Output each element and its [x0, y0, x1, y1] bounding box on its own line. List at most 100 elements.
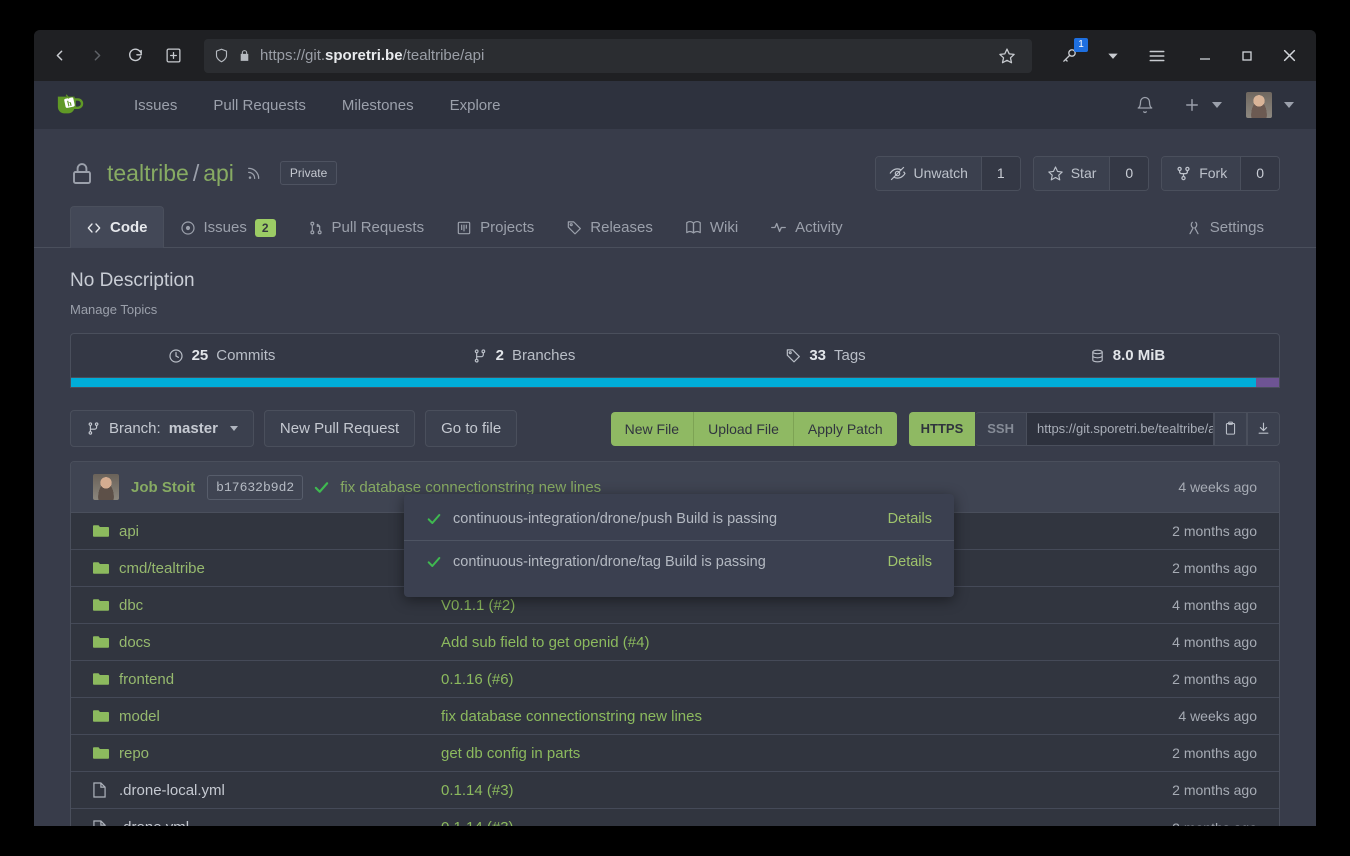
file-name[interactable]: api [119, 523, 441, 540]
extension-dropdown-button[interactable] [1096, 40, 1130, 72]
apply-patch-button[interactable]: Apply Patch [794, 412, 897, 446]
unwatch-button[interactable]: Unwatch [876, 157, 980, 190]
ci-details-link[interactable]: Details [888, 554, 932, 570]
language-segment-go[interactable] [71, 378, 1256, 387]
file-name[interactable]: model [119, 708, 441, 725]
table-row[interactable]: model fix database connectionstring new … [71, 698, 1279, 735]
table-row[interactable]: .drone.yml 0.1.14 (#3) 2 months ago [71, 809, 1279, 826]
tab-projects[interactable]: Projects [440, 206, 550, 248]
upload-file-button[interactable]: Upload File [694, 412, 794, 446]
file-icon [93, 782, 119, 798]
tab-wiki[interactable]: Wiki [669, 206, 754, 248]
commit-author-avatar[interactable] [93, 474, 119, 500]
file-commit-message[interactable]: 0.1.14 (#3) [441, 819, 1172, 826]
bookmark-star-icon[interactable] [992, 41, 1022, 71]
nav-link-milestones[interactable]: Milestones [324, 97, 432, 114]
star-count[interactable]: 0 [1109, 157, 1148, 190]
stat-size[interactable]: 8.0 MiB [977, 334, 1279, 377]
user-avatar[interactable] [1246, 92, 1272, 118]
file-commit-message[interactable]: get db config in parts [441, 745, 1172, 762]
commit-message[interactable]: fix database connectionstring new lines [340, 479, 601, 496]
bell-icon[interactable] [1128, 88, 1162, 122]
stat-branches[interactable]: 2 Branches [373, 334, 675, 377]
tab-pull-requests[interactable]: Pull Requests [292, 206, 441, 248]
browser-window: https://git.sporetri.be/tealtribe/api 1 [34, 30, 1316, 826]
maximize-button[interactable] [1228, 36, 1266, 76]
create-menu-chevron-down-icon[interactable] [1212, 102, 1222, 108]
language-bar [70, 378, 1280, 388]
file-commit-message[interactable]: Add sub field to get openid (#4) [441, 634, 1172, 651]
nav-link-issues[interactable]: Issues [116, 97, 195, 114]
user-menu-chevron-down-icon[interactable] [1284, 102, 1294, 108]
nav-link-explore[interactable]: Explore [432, 97, 519, 114]
file-name[interactable]: docs [119, 634, 441, 651]
plus-icon[interactable] [1180, 88, 1204, 122]
file-name[interactable]: frontend [119, 671, 441, 688]
stat-tags[interactable]: 33 Tags [675, 334, 977, 377]
rss-icon[interactable] [246, 165, 262, 181]
commit-time: 4 weeks ago [1178, 479, 1257, 495]
file-name[interactable]: repo [119, 745, 441, 762]
table-row[interactable]: docs Add sub field to get openid (#4) 4 … [71, 624, 1279, 661]
nav-link-pull-requests[interactable]: Pull Requests [195, 97, 324, 114]
gitea-logo-icon[interactable]: h [54, 90, 88, 120]
hamburger-menu-button[interactable] [1140, 40, 1174, 72]
back-button[interactable] [42, 40, 76, 72]
page-scrollbar[interactable] [1307, 81, 1316, 826]
watch-count[interactable]: 1 [981, 157, 1020, 190]
language-segment-other[interactable] [1256, 378, 1279, 387]
star-button[interactable]: Star [1034, 157, 1110, 190]
tab-releases[interactable]: Releases [550, 206, 669, 248]
minimize-button[interactable] [1186, 36, 1224, 76]
table-row[interactable]: repo get db config in parts 2 months ago [71, 735, 1279, 772]
new-file-button[interactable]: New File [611, 412, 694, 446]
address-bar[interactable]: https://git.sporetri.be/tealtribe/api [204, 39, 1032, 73]
branch-selector-button[interactable]: Branch: master [70, 410, 254, 447]
file-name[interactable]: .drone.yml [119, 819, 441, 826]
watch-button-group: Unwatch 1 [875, 156, 1020, 191]
tab-releases-label: Releases [590, 219, 653, 236]
table-row[interactable]: .drone-local.yml 0.1.14 (#3) 2 months ag… [71, 772, 1279, 809]
new-tab-button[interactable] [156, 40, 190, 72]
file-commit-message[interactable]: 0.1.16 (#6) [441, 671, 1172, 688]
go-to-file-button[interactable]: Go to file [425, 410, 517, 447]
repo-owner-link[interactable]: tealtribe [107, 160, 189, 186]
reload-button[interactable] [118, 40, 152, 72]
copy-clone-url-button[interactable] [1214, 412, 1247, 446]
manage-topics-link[interactable]: Manage Topics [70, 302, 1280, 317]
file-commit-message[interactable]: 0.1.14 (#3) [441, 782, 1172, 799]
branch-prefix-label: Branch: [109, 420, 161, 437]
password-extension-button[interactable]: 1 [1052, 40, 1086, 72]
lock-icon[interactable] [238, 48, 251, 63]
table-row[interactable]: frontend 0.1.16 (#6) 2 months ago [71, 661, 1279, 698]
stat-commits[interactable]: 25 Commits [71, 334, 373, 377]
commit-sha[interactable]: b17632b9d2 [207, 475, 303, 500]
file-commit-message[interactable]: fix database connectionstring new lines [441, 708, 1178, 725]
download-icon [1256, 421, 1271, 436]
download-button[interactable] [1247, 412, 1280, 446]
file-name[interactable]: dbc [119, 597, 441, 614]
ci-details-link[interactable]: Details [888, 511, 932, 527]
page-content: h Issues Pull Requests Milestones Explor… [34, 81, 1316, 826]
commit-author-name[interactable]: Job Stoit [131, 479, 195, 496]
close-button[interactable] [1270, 36, 1308, 76]
tab-activity[interactable]: Activity [754, 206, 859, 248]
protocol-https-button[interactable]: HTTPS [909, 412, 976, 446]
file-name[interactable]: .drone-local.yml [119, 782, 441, 799]
protocol-ssh-button[interactable]: SSH [975, 412, 1026, 446]
fork-count[interactable]: 0 [1240, 157, 1279, 190]
commit-status-check-icon[interactable] [313, 479, 330, 496]
repo-name-link[interactable]: api [203, 160, 234, 186]
new-pull-request-button[interactable]: New Pull Request [264, 410, 415, 447]
file-name[interactable]: cmd/tealtribe [119, 560, 441, 577]
tab-settings[interactable]: Settings [1170, 206, 1280, 248]
tab-code[interactable]: Code [70, 206, 164, 248]
repo-action-buttons: Unwatch 1 Star 0 Fork 0 [863, 156, 1280, 191]
file-commit-message[interactable]: V0.1.1 (#2) [441, 597, 1172, 614]
tracking-protection-icon[interactable] [214, 48, 229, 63]
clone-url-input[interactable]: https://git.sporetri.be/tealtribe/api.gi… [1026, 412, 1214, 446]
tab-issues[interactable]: Issues 2 [164, 206, 292, 248]
fork-button[interactable]: Fork [1162, 157, 1240, 190]
forward-button[interactable] [80, 40, 114, 72]
project-icon [456, 220, 472, 236]
